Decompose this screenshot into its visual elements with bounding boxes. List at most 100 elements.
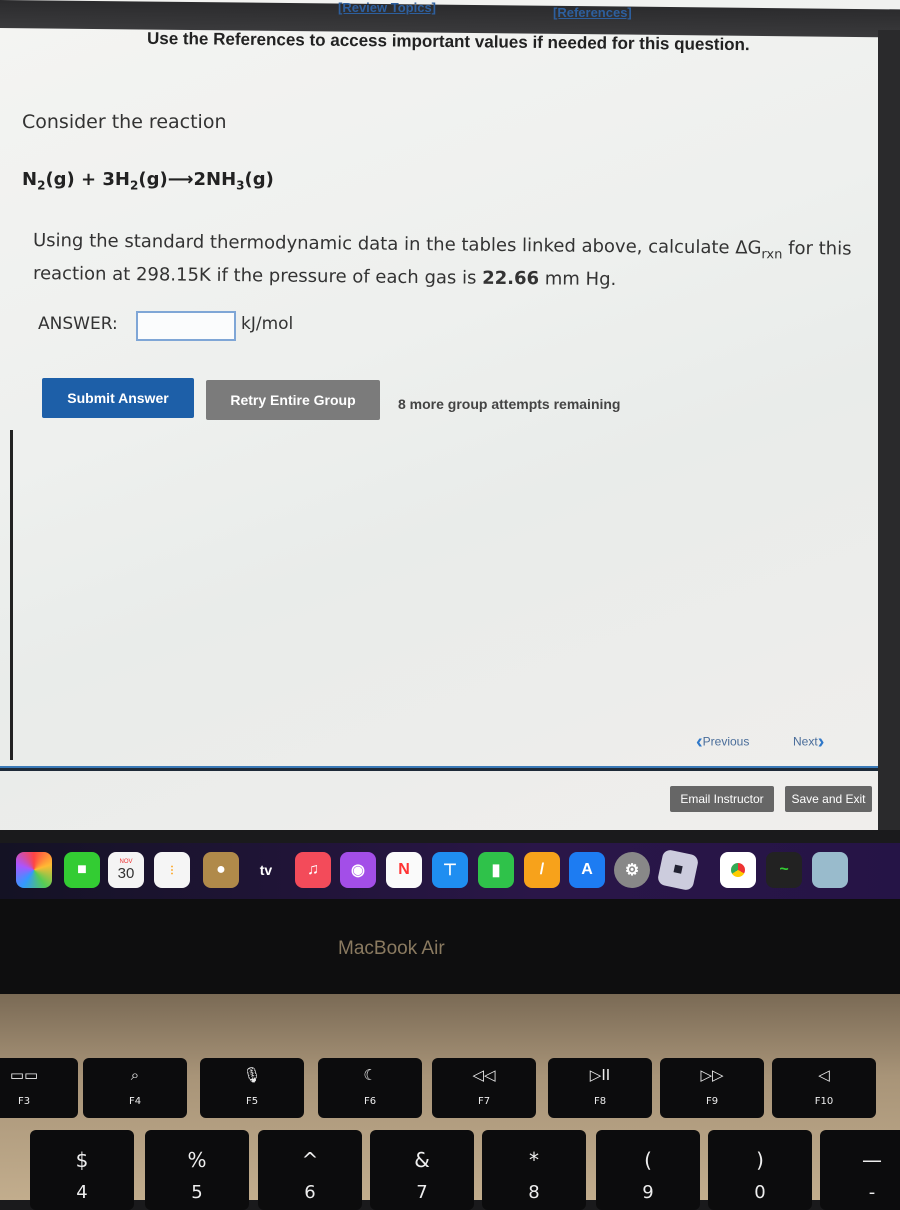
next-button[interactable]: Next› bbox=[793, 731, 824, 754]
key-5[interactable]: % 5 bbox=[145, 1130, 249, 1210]
pressure-value: 22.66 bbox=[482, 267, 540, 290]
key-f5[interactable]: 🎙 F5 bbox=[200, 1058, 304, 1118]
key-f9[interactable]: ▷▷ F9 bbox=[660, 1058, 764, 1118]
photos-icon[interactable] bbox=[16, 852, 52, 888]
eq-sub: 3 bbox=[236, 178, 245, 193]
answer-unit: kJ/mol bbox=[241, 314, 294, 334]
chrome-icon[interactable] bbox=[720, 852, 756, 888]
key-icon: ▷▷ bbox=[700, 1066, 724, 1084]
pages-icon[interactable]: / bbox=[524, 852, 560, 888]
browser-screen: [Review Topics] [References] Use the Ref… bbox=[0, 0, 900, 830]
screen-edge bbox=[878, 30, 900, 830]
laptop-bezel bbox=[0, 899, 900, 994]
preview-icon[interactable] bbox=[812, 852, 848, 888]
eq-text: 2NH bbox=[193, 169, 237, 190]
podcasts-icon[interactable]: ◉ bbox=[340, 852, 376, 888]
key--[interactable]: — - bbox=[820, 1130, 900, 1210]
reminders-icon[interactable]: ⋮ bbox=[154, 852, 190, 888]
laptop-model-label: MacBook Air bbox=[338, 938, 445, 959]
music-icon[interactable]: ♫ bbox=[295, 852, 331, 888]
system-settings-icon[interactable]: ⚙ bbox=[614, 852, 650, 888]
key-symbol: ) bbox=[756, 1148, 764, 1172]
save-and-exit-button[interactable]: Save and Exit bbox=[785, 786, 872, 812]
attempts-remaining: 8 more group attempts remaining bbox=[398, 396, 621, 412]
next-label: Next bbox=[793, 734, 818, 749]
key-7[interactable]: & 7 bbox=[370, 1130, 474, 1210]
question-line-2: reaction at 298.15K if the pressure of e… bbox=[33, 263, 617, 290]
q-text: mm Hg. bbox=[538, 268, 617, 291]
dock: ■ NOV 30 ⋮ ● tv ♫ ◉ N ⊤ ▮ / A ⚙ ■ ~ bbox=[0, 843, 900, 899]
key-symbol: % bbox=[187, 1148, 207, 1172]
q-text: Using the standard thermodynamic data in… bbox=[32, 230, 762, 259]
email-instructor-button[interactable]: Email Instructor bbox=[670, 786, 774, 812]
q-sub: rxn bbox=[761, 247, 783, 263]
key-icon: ⌕ bbox=[130, 1066, 140, 1084]
key-f6[interactable]: ☾ F6 bbox=[318, 1058, 422, 1118]
question-intro: Consider the reaction bbox=[22, 111, 227, 133]
key-symbol: $ bbox=[75, 1148, 89, 1172]
eq-text: (g) + 3H bbox=[45, 169, 130, 190]
retry-entire-group-button[interactable]: Retry Entire Group bbox=[206, 380, 380, 420]
previous-button[interactable]: ‹Previous bbox=[696, 731, 749, 754]
calendar-icon[interactable]: NOV 30 bbox=[108, 852, 144, 888]
calendar-day: 30 bbox=[117, 864, 135, 882]
key-symbol: ( bbox=[644, 1148, 652, 1172]
review-topics-link[interactable]: [Review Topics] bbox=[338, 0, 436, 15]
q-text: for this bbox=[782, 237, 852, 260]
key-symbol: * bbox=[529, 1148, 539, 1172]
app-store-icon[interactable]: A bbox=[569, 852, 605, 888]
facetime-icon[interactable]: ■ bbox=[64, 852, 100, 888]
divider bbox=[0, 766, 878, 771]
key-icon: ☾ bbox=[363, 1066, 377, 1084]
key-label: F4 bbox=[128, 1096, 142, 1107]
answer-input[interactable] bbox=[136, 311, 236, 341]
key-label: F5 bbox=[245, 1096, 259, 1107]
contacts-icon[interactable]: ● bbox=[203, 852, 239, 888]
key-label: F3 bbox=[17, 1096, 31, 1107]
chevron-left-icon: ‹ bbox=[696, 731, 703, 753]
divider bbox=[10, 430, 13, 760]
key-icon: 🎙 bbox=[242, 1066, 262, 1084]
eq-n2: N bbox=[22, 169, 38, 190]
key-icon: ▷II bbox=[589, 1066, 611, 1084]
reaction-equation: N2(g) + 3H2(g)⟶2NH3(g) bbox=[22, 169, 274, 193]
key-symbol: & bbox=[414, 1148, 430, 1172]
activity-monitor-icon[interactable]: ~ bbox=[766, 852, 802, 888]
key-label: F8 bbox=[593, 1096, 607, 1107]
key-9[interactable]: (9 bbox=[596, 1130, 700, 1210]
tv-label: tv bbox=[259, 862, 273, 878]
apple-tv-icon[interactable]: tv bbox=[248, 852, 284, 888]
key-8[interactable]: * 8 bbox=[482, 1130, 586, 1210]
key-f7[interactable]: ◁◁ F7 bbox=[432, 1058, 536, 1118]
key-f3[interactable]: ▭▭ F3 bbox=[0, 1058, 78, 1118]
key-label: F10 bbox=[814, 1096, 834, 1107]
key-icon: ◁◁ bbox=[472, 1066, 496, 1084]
key-6[interactable]: ^ 6 bbox=[258, 1130, 362, 1210]
roblox-icon[interactable]: ■ bbox=[656, 848, 700, 892]
previous-label: Previous bbox=[702, 734, 750, 749]
key-label: F7 bbox=[477, 1096, 491, 1107]
key-4[interactable]: $4 bbox=[30, 1130, 134, 1210]
references-link[interactable]: [References] bbox=[553, 5, 632, 20]
news-icon[interactable]: N bbox=[386, 852, 422, 888]
key-f4[interactable]: ⌕ F4 bbox=[83, 1058, 187, 1118]
numbers-icon[interactable]: ▮ bbox=[478, 852, 514, 888]
key-0[interactable]: ) 0 bbox=[708, 1130, 812, 1210]
key-symbol: ^ bbox=[301, 1148, 319, 1172]
key-icon: ▭▭ bbox=[9, 1066, 39, 1084]
key-icon: ◁ bbox=[818, 1066, 830, 1084]
question-line-1: Using the standard thermodynamic data in… bbox=[33, 230, 852, 263]
keynote-icon[interactable]: ⊤ bbox=[432, 852, 468, 888]
key-label: F9 bbox=[705, 1096, 719, 1107]
key-f10[interactable]: ◁ F10 bbox=[772, 1058, 876, 1118]
chevron-right-icon: › bbox=[817, 731, 825, 753]
key-label: F6 bbox=[363, 1096, 377, 1107]
key-f8[interactable]: ▷II F8 bbox=[548, 1058, 652, 1118]
eq-arrow: ⟶ bbox=[167, 169, 194, 190]
key-symbol: — bbox=[862, 1148, 882, 1172]
eq-text: (g) bbox=[244, 169, 274, 190]
submit-answer-button[interactable]: Submit Answer bbox=[42, 378, 194, 418]
eq-text: (g) bbox=[138, 169, 168, 190]
answer-label: ANSWER: bbox=[38, 314, 118, 334]
q-text: reaction at 298.15K if the pressure of e… bbox=[32, 263, 483, 289]
